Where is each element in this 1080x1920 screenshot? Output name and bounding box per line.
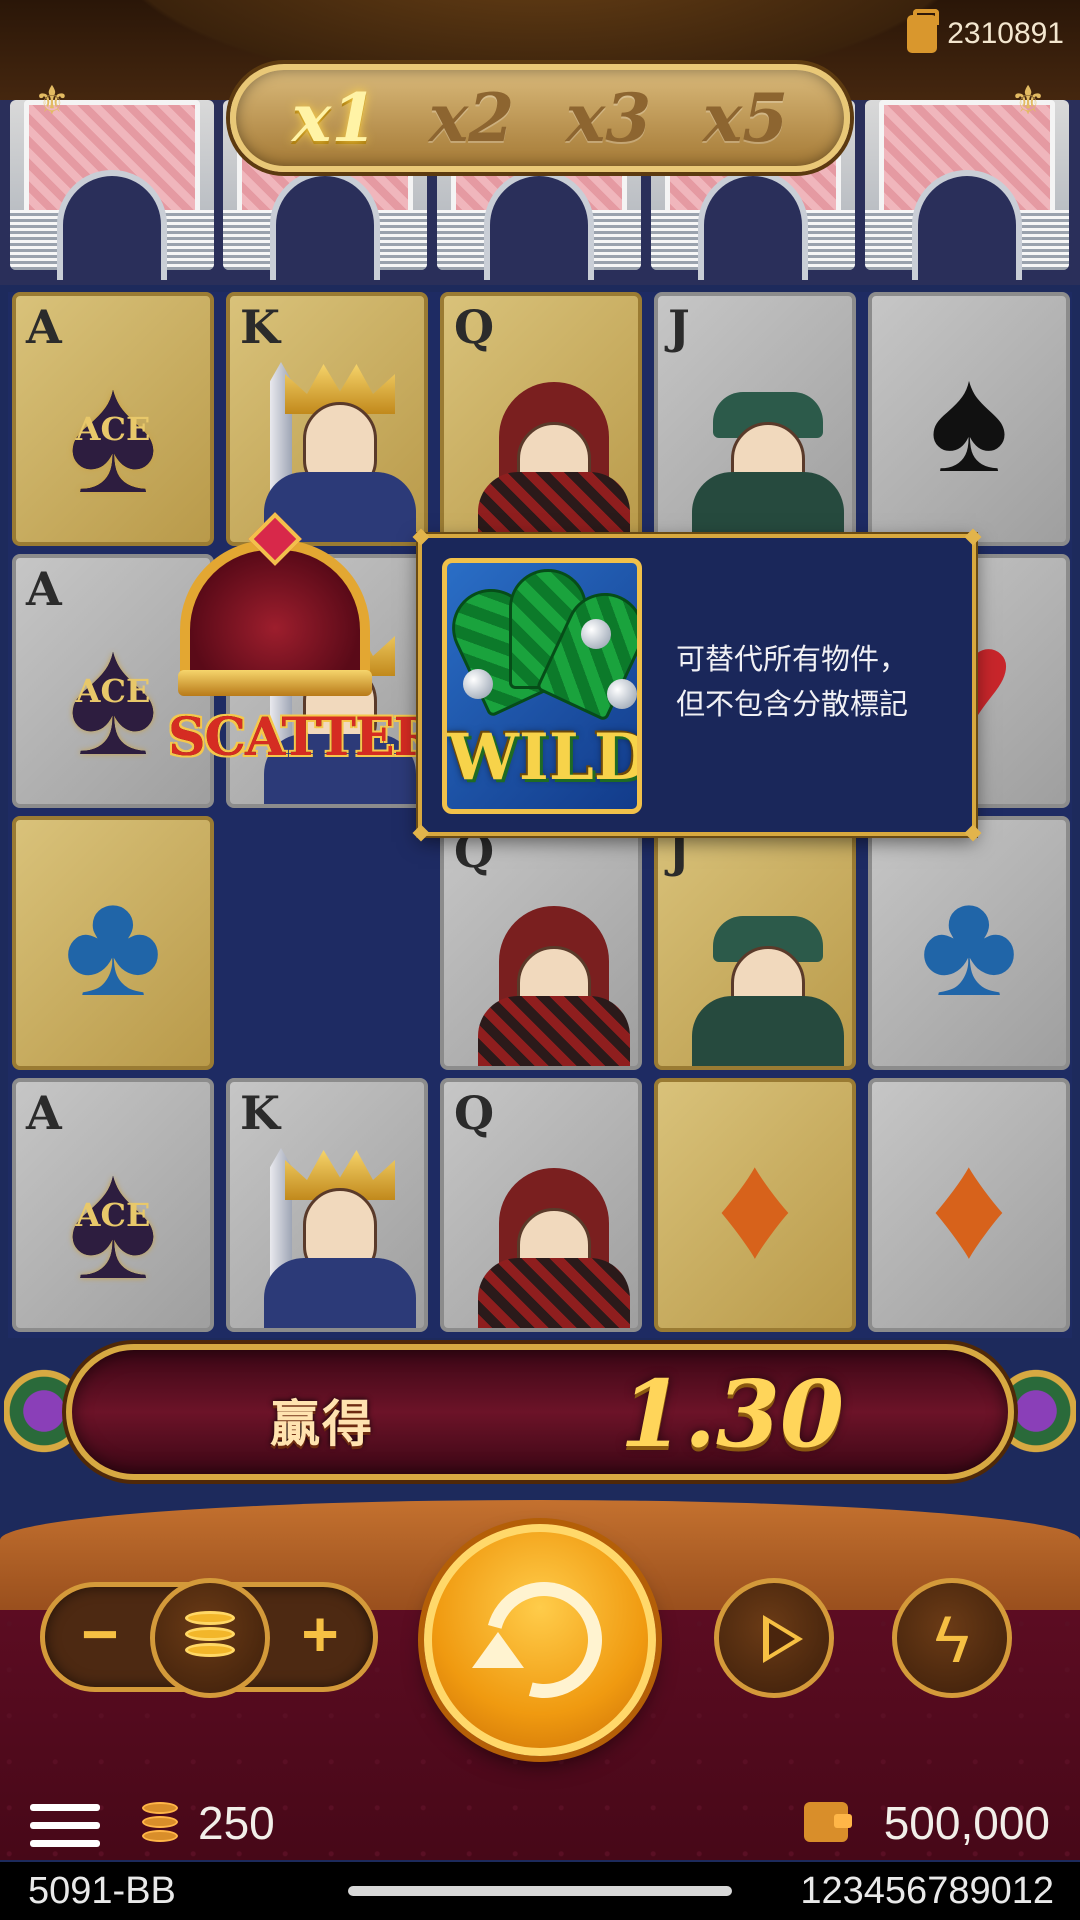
symbol-card: ♣ (868, 816, 1070, 1070)
coin-stack-icon (185, 1627, 235, 1641)
jack-portrait-icon (692, 352, 844, 542)
spin-arrow (472, 1632, 524, 1668)
symbol-card: A ♠ ACE (12, 1078, 214, 1332)
symbol-card: ♦ (868, 1078, 1070, 1332)
card-rank: Q (454, 1086, 495, 1140)
diamond-icon: ♦ (716, 1121, 794, 1289)
card-rank: A (26, 300, 62, 354)
symbol-card: ♣ (12, 816, 214, 1070)
ace-emblem-icon: ♠ ACE (43, 349, 183, 519)
scatter-label: SCATTER (168, 707, 437, 768)
wild-symbol: WILD (442, 558, 642, 814)
game-code: 5091-BB (28, 1870, 176, 1912)
ace-emblem-label: ACE (75, 671, 151, 710)
symbol-card: ♠ (868, 292, 1070, 546)
card-rank: Q (454, 300, 495, 354)
ace-emblem-label: ACE (75, 1195, 151, 1234)
round-id: 123456789012 (800, 1870, 1054, 1912)
queen-portrait-icon (478, 876, 630, 1066)
coin-stack-icon (185, 1611, 235, 1625)
crown-band (178, 670, 372, 696)
card-rank: A (26, 1086, 62, 1140)
scatter-symbol: SCATTER (168, 512, 437, 776)
wallet-balance: 500,000 (883, 1797, 1050, 1849)
coin-stack-icon (185, 1643, 235, 1657)
fleur-right-icon: ⚜ (1010, 79, 1046, 123)
card-rank: J (668, 300, 690, 354)
win-bar (66, 1344, 1014, 1480)
coin-icon (142, 1802, 178, 1846)
home-indicator[interactable] (348, 1886, 732, 1896)
wallet-icon (804, 1802, 852, 1842)
card-rank: A (26, 562, 62, 616)
multiplier-bar: x1 x2 x3 x5 (230, 64, 850, 172)
multiplier-x1: x1 (291, 79, 378, 157)
club-icon: ♣ (63, 859, 163, 1027)
ace-emblem-icon: ♠ ACE (43, 1135, 183, 1305)
autoplay-button[interactable] (714, 1578, 834, 1698)
bet-coin-button[interactable] (150, 1578, 270, 1698)
wild-description: 可替代所有物件， 但不包含分散標記 (676, 638, 966, 728)
symbol-card: ♦ (654, 1078, 856, 1332)
multiplier-x2: x2 (428, 79, 515, 157)
wild-description-line: 可替代所有物件， (676, 644, 909, 676)
symbol-card: J (654, 292, 856, 546)
deck-1 (10, 100, 214, 280)
king-portrait-icon (264, 352, 416, 542)
queen-portrait-icon (478, 1138, 630, 1328)
win-amount: 1.30 (620, 1360, 845, 1468)
symbol-card: Q (440, 1078, 642, 1332)
jester-hat-icon (447, 569, 637, 722)
spin-button[interactable] (424, 1524, 656, 1756)
card-rank: K (240, 300, 280, 354)
king-portrait-icon (264, 1138, 416, 1328)
increase-bet-button[interactable]: + (284, 1600, 356, 1672)
card-rank: K (240, 1086, 280, 1140)
menu-icon[interactable] (30, 1804, 100, 1848)
lightning-icon: ϟ (934, 1602, 970, 1676)
symbol-card: K (226, 292, 428, 546)
queen-portrait-icon (478, 352, 630, 542)
fleur-left-icon: ⚜ (34, 79, 70, 123)
play-icon (763, 1615, 803, 1663)
deck-5 (865, 100, 1069, 280)
symbol-card: Q (440, 292, 642, 546)
multiplier-x3: x3 (565, 79, 652, 157)
diamond-icon: ♦ (930, 1121, 1008, 1289)
multiplier-x5: x5 (702, 79, 789, 157)
win-label: 贏得 (270, 1396, 374, 1452)
ace-emblem-label: ACE (75, 409, 151, 448)
spade-icon: ♠ (929, 335, 1009, 503)
ace-emblem-icon: ♠ ACE (43, 611, 183, 781)
wild-description-line: 但不包含分散標記 (676, 689, 909, 721)
symbol-card: K (226, 1078, 428, 1332)
symbol-card: Q (440, 816, 642, 1070)
clipboard-icon (907, 9, 940, 53)
top-balance-value: 2310891 (947, 17, 1064, 50)
wild-label: WILD (447, 720, 642, 795)
symbol-card: A ♠ ACE (12, 292, 214, 546)
turbo-button[interactable]: ϟ (892, 1578, 1012, 1698)
bet-amount: 250 (198, 1797, 275, 1849)
symbol-card: J (654, 816, 856, 1070)
symbol-info-popup[interactable]: WILD 可替代所有物件， 但不包含分散標記 (412, 528, 982, 842)
decrease-bet-button[interactable]: − (64, 1600, 136, 1672)
top-balance: 2310891 (907, 9, 1064, 54)
club-icon: ♣ (919, 859, 1019, 1027)
jack-portrait-icon (692, 876, 844, 1066)
